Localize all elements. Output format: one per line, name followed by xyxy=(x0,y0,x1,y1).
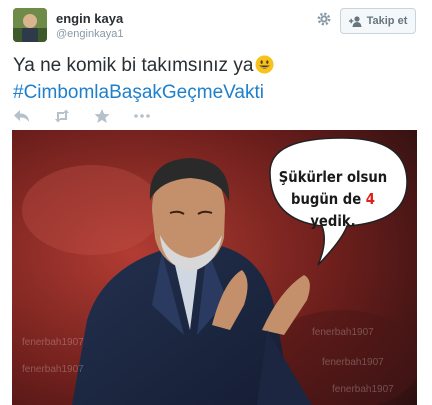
svg-text:fenerbah1907: fenerbah1907 xyxy=(22,337,84,348)
hashtag-link[interactable]: #CimbomlaBaşakGeçmeVakti xyxy=(13,82,264,103)
svg-text:fenerbah1907: fenerbah1907 xyxy=(322,357,384,368)
follow-button[interactable]: Takip et xyxy=(340,8,416,34)
bubble-line-2-pre: bugün de xyxy=(291,190,366,208)
favorite-icon[interactable] xyxy=(93,108,111,124)
more-icon[interactable] xyxy=(133,108,151,124)
speech-bubble-text: Şükürler olsun bugün de 4 yedik. xyxy=(276,166,390,232)
add-user-icon xyxy=(348,15,362,27)
follow-label: Takip et xyxy=(366,15,408,27)
svg-text:fenerbah1907: fenerbah1907 xyxy=(312,327,374,338)
tweet-card: engin kaya @enginkaya1 Takip et Ya ne ko… xyxy=(0,0,432,405)
bubble-line-2-post: yedik. xyxy=(310,212,356,230)
bubble-line-1: Şükürler olsun xyxy=(278,168,388,186)
avatar[interactable] xyxy=(13,8,47,42)
bubble-line-2: bugün de 4 yedik. xyxy=(276,188,390,232)
reply-icon[interactable] xyxy=(13,108,31,124)
retweet-icon[interactable] xyxy=(53,108,71,124)
smiling-face-emoji-icon xyxy=(255,55,274,74)
tweet-body: Ya ne komik bi takımsınız ya xyxy=(13,55,254,76)
svg-text:fenerbah1907: fenerbah1907 xyxy=(22,364,84,375)
svg-text:fenerbah1907: fenerbah1907 xyxy=(332,384,394,395)
author-name[interactable]: engin kaya xyxy=(56,11,123,26)
author-handle[interactable]: @enginkaya1 xyxy=(56,28,123,40)
tweet-actions xyxy=(13,107,173,125)
gear-icon[interactable] xyxy=(316,11,332,27)
tweet-text: Ya ne komik bi takımsınız ya #CimbomlaBa… xyxy=(13,52,423,106)
bubble-highlight-number: 4 xyxy=(365,190,375,208)
